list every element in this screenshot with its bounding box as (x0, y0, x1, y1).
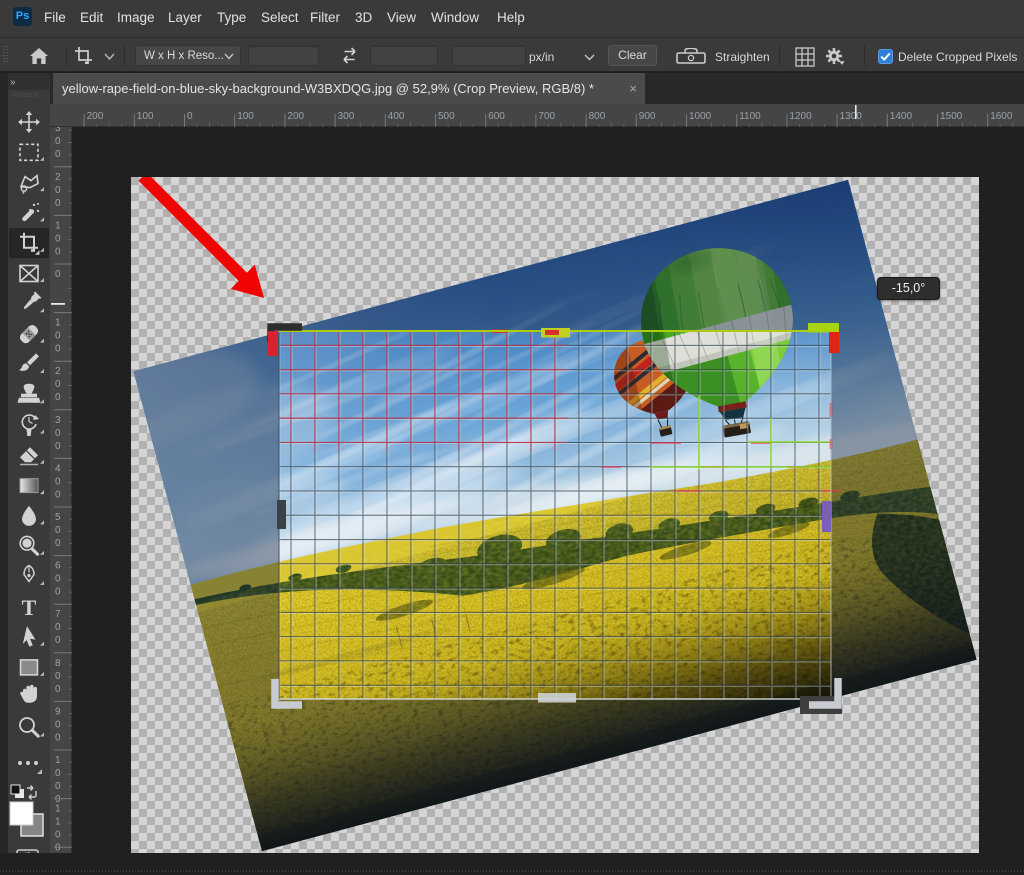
svg-text:1300: 1300 (840, 111, 863, 122)
svg-text:0: 0 (55, 233, 61, 244)
svg-text:0: 0 (55, 246, 61, 257)
svg-text:1: 1 (55, 220, 61, 231)
svg-text:100: 100 (137, 111, 154, 122)
svg-text:1100: 1100 (739, 111, 761, 122)
svg-text:T: T (22, 595, 37, 620)
svg-text:1: 1 (55, 318, 61, 329)
svg-text:0: 0 (55, 635, 61, 646)
svg-text:200: 200 (287, 111, 304, 122)
svg-text:0: 0 (55, 476, 61, 487)
svg-text:0: 0 (55, 587, 61, 598)
svg-text:0: 0 (55, 331, 61, 342)
svg-text:600: 600 (488, 111, 505, 122)
svg-text:1000: 1000 (689, 111, 712, 122)
svg-text:0: 0 (55, 185, 61, 196)
svg-text:0: 0 (55, 136, 61, 147)
svg-text:6: 6 (55, 561, 61, 572)
svg-text:0: 0 (55, 538, 61, 549)
svg-text:0: 0 (55, 781, 61, 792)
svg-text:7: 7 (55, 609, 61, 620)
svg-text:1200: 1200 (789, 111, 812, 122)
svg-text:1400: 1400 (890, 111, 913, 122)
svg-text:0: 0 (55, 622, 61, 633)
svg-text:2: 2 (55, 172, 61, 183)
svg-text:700: 700 (538, 111, 555, 122)
svg-text:0: 0 (55, 392, 61, 403)
svg-text:3: 3 (55, 415, 61, 426)
svg-text:0: 0 (55, 684, 61, 695)
svg-text:0: 0 (55, 428, 61, 439)
svg-text:900: 900 (639, 111, 656, 122)
svg-text:0: 0 (55, 732, 61, 743)
svg-text:5: 5 (55, 512, 61, 523)
svg-text:0: 0 (55, 441, 61, 452)
svg-text:0: 0 (55, 198, 61, 209)
svg-text:1500: 1500 (940, 111, 963, 122)
svg-text:0: 0 (55, 525, 61, 536)
svg-text:0: 0 (55, 344, 61, 355)
svg-text:0: 0 (55, 574, 61, 585)
svg-text:100: 100 (237, 111, 254, 122)
svg-text:200: 200 (87, 111, 104, 122)
svg-text:1: 1 (55, 817, 61, 828)
svg-text:0: 0 (55, 830, 61, 841)
svg-text:9: 9 (55, 706, 61, 717)
svg-text:4: 4 (55, 463, 61, 474)
svg-text:2: 2 (55, 366, 61, 377)
svg-text:8: 8 (55, 658, 61, 669)
svg-text:3: 3 (55, 127, 61, 134)
svg-text:0: 0 (55, 768, 61, 779)
svg-text:0: 0 (187, 111, 193, 122)
svg-text:»: » (10, 77, 16, 88)
svg-text:800: 800 (589, 111, 606, 122)
svg-text:400: 400 (388, 111, 405, 122)
svg-text:0: 0 (55, 719, 61, 730)
svg-text:1: 1 (55, 755, 61, 766)
svg-text:1600: 1600 (990, 111, 1013, 122)
svg-text:300: 300 (338, 111, 355, 122)
svg-text:500: 500 (438, 111, 455, 122)
svg-text:0: 0 (55, 489, 61, 500)
svg-text:0: 0 (55, 671, 61, 682)
svg-text:1: 1 (55, 804, 61, 815)
svg-text:0: 0 (55, 269, 61, 280)
svg-text:0: 0 (55, 379, 61, 390)
svg-text:0: 0 (55, 149, 61, 160)
